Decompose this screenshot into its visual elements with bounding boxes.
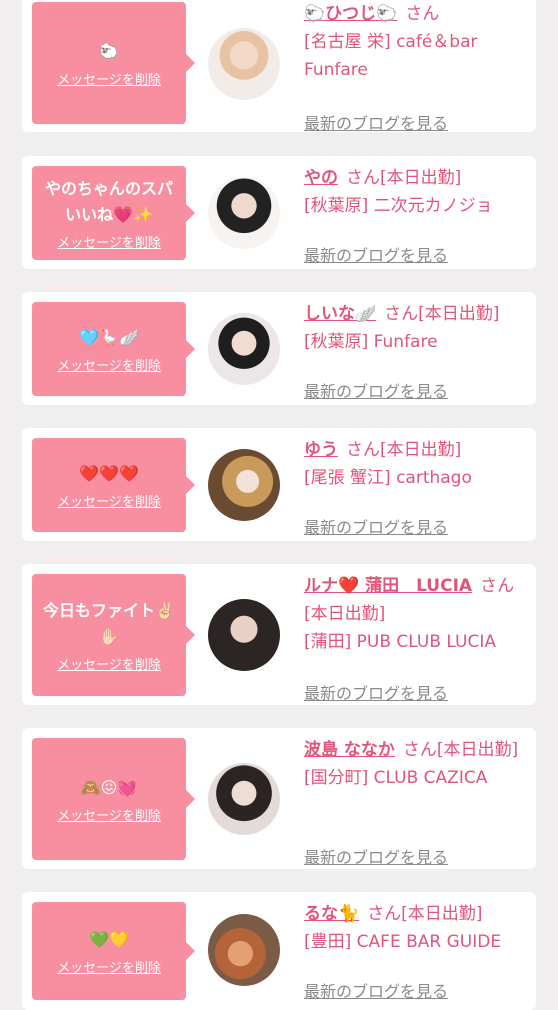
shop-label: [豊田] CAFE BAR GUIDE	[304, 932, 502, 952]
avatar[interactable]	[208, 914, 280, 986]
list-item: ❤️❤️❤️ メッセージを削除 ゆう さん[本日出勤] [尾張 蟹江] carth…	[22, 428, 536, 541]
status-badge: [本日出勤]	[304, 604, 386, 624]
cast-name-link[interactable]: ゆう	[304, 440, 338, 460]
avatar[interactable]	[208, 28, 280, 100]
delete-message-link[interactable]: メッセージを削除	[57, 69, 161, 88]
shop-label: [尾張 蟹江] carthago	[304, 468, 472, 488]
blog-link[interactable]: 最新のブログを見る	[304, 110, 448, 134]
blog-link[interactable]: 最新のブログを見る	[304, 978, 448, 1002]
blog-link[interactable]: 最新のブログを見る	[304, 514, 448, 538]
list-item: 🩵🪿🪽 メッセージを削除 しいな🪽 さん[本日出勤] [秋葉原] Funfare …	[22, 292, 536, 405]
card-info: やの さん[本日出勤] [秋葉原] 二次元カノジョ 最新のブログを見る	[304, 164, 532, 265]
message-text: 💚💛	[89, 929, 129, 949]
delete-message-link[interactable]: メッセージを削除	[57, 805, 161, 824]
delete-message-link[interactable]: メッセージを削除	[57, 232, 161, 251]
blog-link[interactable]: 最新のブログを見る	[304, 844, 448, 868]
honorific: さん	[346, 440, 380, 460]
message-bubble: 🐑 メッセージを削除	[32, 2, 195, 124]
card-info: 波島 ななか さん[本日出勤] [国分町] CLUB CAZICA 最新のブログを…	[304, 736, 532, 867]
cast-name-link[interactable]: 波島 ななか	[304, 740, 395, 760]
shop-label: [秋葉原] Funfare	[304, 332, 438, 352]
message-text: 今日もファイト✌🏻✋🏻	[43, 600, 175, 646]
card-info: しいな🪽 さん[本日出勤] [秋葉原] Funfare 最新のブログを見る	[304, 300, 532, 401]
message-text: ❤️❤️❤️	[79, 463, 139, 483]
status-badge: [本日出勤]	[436, 740, 519, 760]
avatar[interactable]	[208, 763, 280, 835]
list-item: 🐑 メッセージを削除 🐑ひつじ🐑 さん [名古屋 栄] café＆bar Funf…	[22, 0, 536, 133]
honorific: さん	[346, 168, 380, 188]
blog-link[interactable]: 最新のブログを見る	[304, 378, 448, 402]
message-bubble: ❤️❤️❤️ メッセージを削除	[32, 438, 195, 532]
avatar[interactable]	[208, 177, 280, 249]
card-info: るな🐈 さん[本日出勤] [豊田] CAFE BAR GUIDE 最新のブログを見…	[304, 900, 532, 1001]
shop-label: [蒲田] PUB CLUB LUCIA	[304, 632, 497, 652]
shop-label: [国分町] CLUB CAZICA	[304, 768, 488, 788]
honorific: さん	[480, 576, 515, 596]
honorific: さん	[384, 304, 419, 324]
honorific: さん	[405, 4, 440, 24]
cast-name-link[interactable]: るな🐈	[304, 904, 359, 924]
message-text: やのちゃんのスパいいね💗✨	[44, 178, 173, 224]
card-info: ゆう さん[本日出勤] [尾張 蟹江] carthago 最新のブログを見る	[304, 436, 532, 537]
message-bubble: 💚💛 メッセージを削除	[32, 902, 195, 1000]
status-badge: [本日出勤]	[418, 304, 500, 324]
status-badge: [本日出勤]	[380, 168, 462, 188]
cast-name-link[interactable]: しいな🪽	[304, 304, 376, 324]
shop-label: [名古屋 栄] café＆bar Funfare	[304, 32, 478, 80]
message-bubble: 🩵🪿🪽 メッセージを削除	[32, 302, 195, 396]
card-info: 🐑ひつじ🐑 さん [名古屋 栄] café＆bar Funfare 最新のブログを…	[304, 0, 532, 133]
status-badge: [本日出勤]	[401, 904, 483, 924]
delete-message-link[interactable]: メッセージを削除	[57, 654, 161, 673]
avatar[interactable]	[208, 599, 280, 671]
status-badge: [本日出勤]	[380, 440, 462, 460]
list-item: 🙈😖💓 メッセージを削除 波島 ななか さん[本日出勤] [国分町] CLUB C…	[22, 728, 536, 869]
cast-name-link[interactable]: ルナ❤️ 蒲田 LUCIA	[304, 576, 472, 596]
list-item: やのちゃんのスパいいね💗✨ メッセージを削除 やの さん[本日出勤] [秋葉原] …	[22, 156, 536, 269]
message-text: 🙈😖💓	[80, 777, 138, 797]
avatar[interactable]	[208, 313, 280, 385]
message-bubble: 今日もファイト✌🏻✋🏻 メッセージを削除	[32, 574, 195, 696]
message-text: 🩵🪿🪽	[79, 327, 139, 347]
blog-link[interactable]: 最新のブログを見る	[304, 242, 448, 266]
cast-name-link[interactable]: やの	[304, 168, 338, 188]
honorific: さん	[402, 740, 437, 760]
list-item: 今日もファイト✌🏻✋🏻 メッセージを削除 ルナ❤️ 蒲田 LUCIA さん [本日出…	[22, 564, 536, 705]
delete-message-link[interactable]: メッセージを削除	[57, 355, 161, 374]
delete-message-link[interactable]: メッセージを削除	[57, 491, 161, 510]
message-bubble: 🙈😖💓 メッセージを削除	[32, 738, 195, 860]
message-text: 🐑	[99, 41, 119, 61]
delete-message-link[interactable]: メッセージを削除	[57, 957, 161, 976]
blog-link[interactable]: 最新のブログを見る	[304, 680, 448, 704]
card-info: ルナ❤️ 蒲田 LUCIA さん [本日出勤] [蒲田] PUB CLUB LUCI…	[304, 572, 532, 703]
shop-label: [秋葉原] 二次元カノジョ	[304, 196, 493, 216]
list-item: 💚💛 メッセージを削除 るな🐈 さん[本日出勤] [豊田] CAFE BAR GU…	[22, 892, 536, 1010]
avatar[interactable]	[208, 449, 280, 521]
cast-name-link[interactable]: 🐑ひつじ🐑	[304, 4, 397, 24]
message-bubble: やのちゃんのスパいいね💗✨ メッセージを削除	[32, 166, 195, 260]
honorific: さん	[367, 904, 402, 924]
